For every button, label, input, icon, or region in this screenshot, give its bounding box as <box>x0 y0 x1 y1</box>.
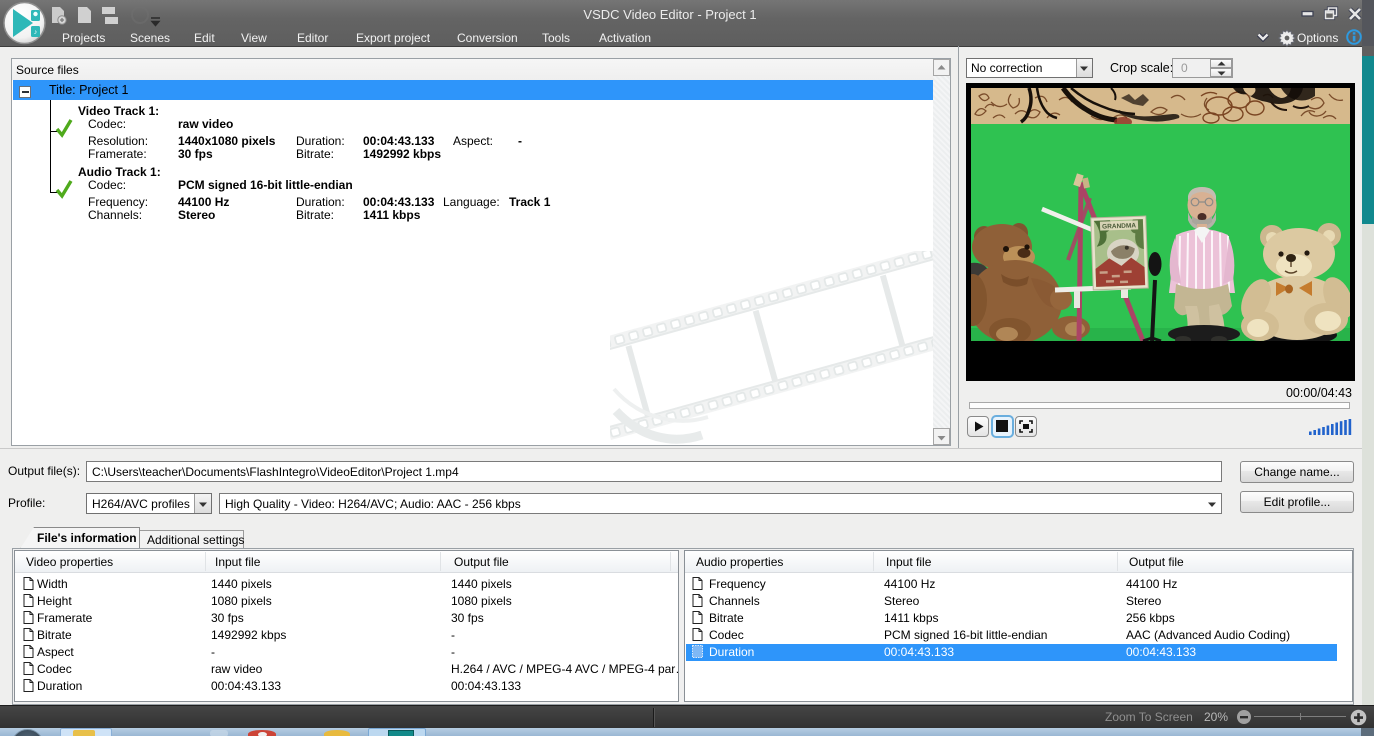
svg-text:♪: ♪ <box>34 29 38 36</box>
svg-text:GRANDMA: GRANDMA <box>1102 222 1136 230</box>
